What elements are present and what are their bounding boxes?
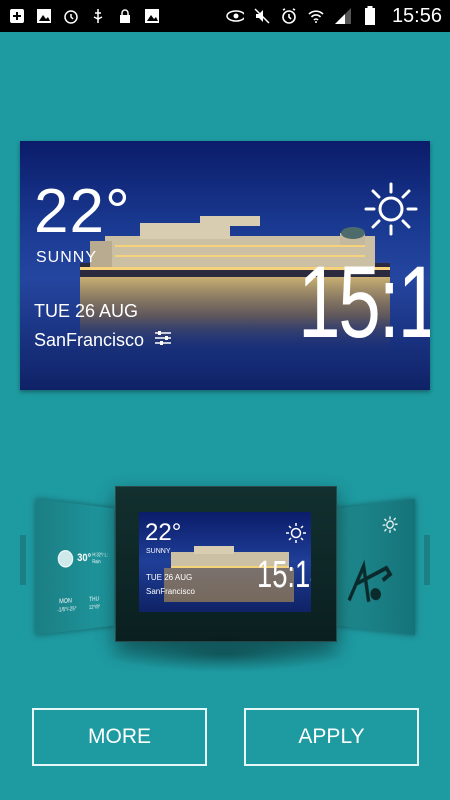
left-day2: THU <box>89 596 100 604</box>
widget-option-right[interactable] <box>336 498 416 636</box>
mini-condition: SUNNY <box>146 548 171 555</box>
mini-clock: 15:14 <box>257 554 311 596</box>
widget-preview: 22° SUNNY TUE 26 AUG SanFrancisco 15:14 <box>20 141 430 390</box>
image-icon <box>143 7 161 25</box>
sun-icon <box>382 515 398 534</box>
lock-icon <box>116 7 134 25</box>
alarm-icon <box>62 7 80 25</box>
widget-carousel[interactable]: 30° H:32°/ L: Rain MON -1/5°/-25° THU 12… <box>0 480 450 680</box>
mute-icon <box>253 7 271 25</box>
left-day2-temp: 12°/8° <box>89 604 101 612</box>
widget-option-selected[interactable]: 22° SUNNY TUE 26 AUG SanFrancisco 15:14 <box>115 486 337 642</box>
more-button[interactable]: MORE <box>32 708 207 766</box>
status-bar: 15:56 <box>0 0 450 32</box>
signal-icon <box>334 7 352 25</box>
left-detail: H:32°/ L: <box>92 552 108 559</box>
settings-sliders-icon[interactable] <box>154 330 172 351</box>
sun-icon <box>364 182 418 236</box>
date-label: TUE 26 AUG <box>34 301 139 321</box>
left-temp: 30° <box>77 551 92 565</box>
status-time: 15:56 <box>391 4 442 27</box>
mini-widget-preview: 22° SUNNY TUE 26 AUG SanFrancisco 15:14 <box>139 512 311 612</box>
carousel-edge-left <box>20 535 26 585</box>
status-left <box>0 7 169 25</box>
clock-label: 15:14 <box>298 245 430 359</box>
left-day1: MON <box>59 598 72 606</box>
image-icon <box>35 7 53 25</box>
mini-city: SanFrancisco <box>146 587 195 596</box>
temperature-label: 22° <box>34 177 131 246</box>
oil-pump-image <box>344 543 395 606</box>
status-right: 15:56 <box>218 5 450 28</box>
apply-button[interactable]: APPLY <box>244 708 419 766</box>
rain-cloud-icon <box>57 549 73 568</box>
mini-date: TUE 26 AUG <box>146 573 193 582</box>
widget-option-left[interactable]: 30° H:32°/ L: Rain MON -1/5°/-25° THU 12… <box>35 498 115 636</box>
left-day1-temp: -1/5°/-25° <box>57 606 77 614</box>
carousel-floor-shadow <box>104 636 344 672</box>
city-label: SanFrancisco <box>34 330 145 350</box>
mini-temperature: 22° <box>145 519 182 546</box>
usb-icon <box>89 7 107 25</box>
city-row: SanFrancisco <box>34 330 172 351</box>
condition-label: SUNNY <box>36 249 98 266</box>
add-icon <box>8 7 26 25</box>
alarm-clock-icon <box>280 7 298 25</box>
wifi-icon <box>307 7 325 25</box>
eye-icon <box>226 7 244 25</box>
carousel-edge-right <box>424 535 430 585</box>
mini-sun-icon <box>286 523 306 543</box>
battery-icon <box>361 6 379 25</box>
left-sub: Rain <box>92 559 101 566</box>
